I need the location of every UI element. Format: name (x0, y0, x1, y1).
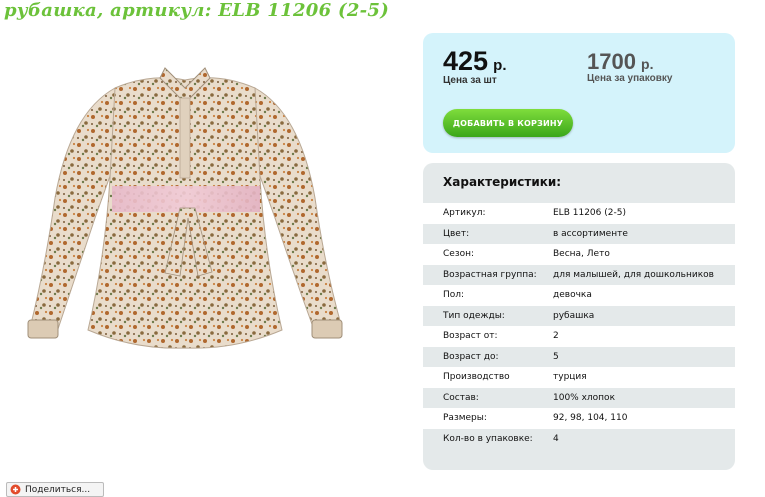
spec-value: рубашка (553, 310, 595, 321)
spec-row: Возраст до: 5 (423, 346, 735, 367)
spec-row: Сезон: Весна, Лето (423, 244, 735, 265)
spec-row: Производство турция (423, 367, 735, 388)
spec-key: Сезон: (443, 249, 475, 260)
spec-key: Размеры: (443, 413, 487, 424)
spec-row: Размеры: 92, 98, 104, 110 (423, 408, 735, 429)
spec-value: ELB 11206 (2-5) (553, 208, 626, 219)
spec-row: Артикул: ELB 11206 (2-5) (423, 203, 735, 224)
add-to-cart-button[interactable]: ДОБАВИТЬ В КОРЗИНУ (443, 109, 573, 137)
spec-value: девочка (553, 290, 592, 301)
product-title: рубашка, артикул: ELB 11206 (2-5) (4, 0, 390, 21)
spec-key: Тип одежды: (443, 310, 505, 321)
spec-key: Артикул: (443, 208, 486, 219)
pack-price-caption: Цена за упаковку (587, 73, 673, 84)
spec-key: Состав: (443, 392, 479, 403)
spec-value: Весна, Лето (553, 249, 610, 260)
unit-price-value: 425 (443, 46, 489, 76)
spec-value: 2 (553, 331, 559, 342)
specs-table: Артикул: ELB 11206 (2-5) Цвет: в ассортиме… (423, 203, 735, 449)
spec-row: Пол: девочка (423, 285, 735, 306)
spec-key: Возраст от: (443, 331, 498, 342)
unit-price-caption: Цена за шт (443, 75, 497, 86)
product-photo (27, 67, 343, 349)
spec-value: в ассортименте (553, 228, 628, 239)
share-label: Поделиться... (25, 484, 91, 495)
spec-row: Кол-во в упаковке: 4 (423, 428, 735, 449)
spec-value: для малышей, для дошкольников (553, 269, 714, 280)
spec-key: Возрастная группа: (443, 269, 537, 280)
spec-key: Кол-во в упаковке: (443, 433, 533, 444)
spec-row: Тип одежды: рубашка (423, 305, 735, 326)
spec-row: Возраст от: 2 (423, 326, 735, 347)
pack-price: 1700 р. Цена за упаковку (587, 49, 672, 84)
spec-row: Состав: 100% хлопок (423, 387, 735, 408)
spec-key: Производство (443, 372, 510, 383)
spec-value: турция (553, 372, 587, 383)
share-icon (10, 484, 21, 495)
spec-key: Пол: (443, 290, 465, 301)
spec-key: Цвет: (443, 228, 470, 239)
unit-price-currency: р. (493, 57, 507, 74)
spec-key: Возраст до: (443, 351, 499, 362)
unit-price: 425 р. Цена за шт (443, 46, 507, 86)
share-button[interactable]: Поделиться... (6, 482, 104, 497)
spec-value: 5 (553, 351, 559, 362)
pack-price-value: 1700 (587, 49, 636, 74)
pack-price-currency: р. (641, 56, 654, 72)
spec-row: Возрастная группа: для малышей, для дошко… (423, 264, 735, 285)
spec-row: Цвет: в ассортименте (423, 223, 735, 244)
spec-value: 92, 98, 104, 110 (553, 413, 628, 424)
spec-value: 100% хлопок (553, 392, 616, 403)
price-panel: 425 р. Цена за шт 1700 р. Цена за упаков… (423, 33, 735, 153)
specs-heading: Характеристики: (443, 175, 562, 189)
specs-panel: Характеристики: Артикул: ELB 11206 (2-5) … (423, 163, 735, 470)
spec-value: 4 (553, 433, 559, 444)
